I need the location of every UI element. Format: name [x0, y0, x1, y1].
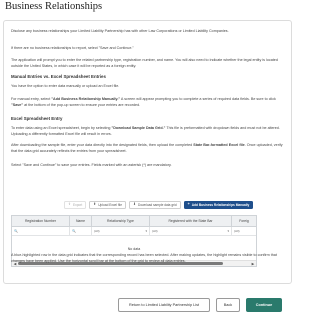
column-header-registration-number[interactable]: Registration Number — [12, 216, 70, 226]
manual-paragraph-2: For manual entry, select "Add Business R… — [11, 97, 276, 107]
back-button[interactable]: Back — [216, 298, 240, 312]
manual-entries-heading: Manual Entries vs. Excel Spreadsheet Ent… — [11, 74, 106, 79]
column-header-registered-state-bar[interactable]: Registered with the State Bar — [150, 216, 232, 226]
return-to-list-button[interactable]: Return to Limited Liability Partnership … — [118, 298, 210, 312]
intro-paragraph-2: If there are no business relationships t… — [11, 46, 134, 50]
intro-paragraph-3: The application will prompt you to enter… — [11, 58, 278, 68]
excel-entry-heading: Excel Spreadsheet Entry — [11, 116, 63, 121]
plus-icon: + — [187, 202, 190, 207]
no-data-message: No data — [127, 247, 141, 251]
filter-registration-number[interactable]: 🔍 — [12, 227, 70, 235]
search-icon: 🔍 — [72, 229, 76, 233]
excel-paragraph-2: After downloading the sample file, enter… — [11, 143, 283, 153]
excel-paragraph-3: Select "Save and Continue" to save your … — [11, 163, 172, 167]
filter-relationship-type[interactable]: (All) ▾ — [92, 227, 150, 235]
grid-note-paragraph: A blue-highlighted row in the data grid … — [11, 253, 277, 263]
content-card: Disclose any business relationships your… — [3, 20, 292, 284]
upload-icon: ⬆ — [93, 202, 97, 207]
footer-actions: Return to Limited Liability Partnership … — [118, 298, 282, 312]
chevron-down-icon: ▾ — [145, 229, 147, 233]
column-header-name[interactable]: Name — [70, 216, 92, 226]
export-button[interactable]: ⇪ Export — [64, 201, 87, 209]
manual-paragraph-1: You have the option to enter data manual… — [11, 84, 120, 88]
grid-filter-row: 🔍 🔍 (All) ▾ (All) ▾ (All) — [12, 227, 256, 236]
export-icon: ⇪ — [68, 202, 72, 207]
page-title: Business Relationships — [5, 1, 103, 12]
column-header-foreign[interactable]: Foreig — [232, 216, 256, 226]
upload-excel-button[interactable]: ⬆ Upload Excel file — [89, 201, 126, 209]
filter-registered-state-bar[interactable]: (All) ▾ — [150, 227, 232, 235]
filter-foreign[interactable]: (All) — [232, 227, 256, 235]
filter-name[interactable]: 🔍 — [70, 227, 92, 235]
column-header-relationship-type[interactable]: Relationship Type — [92, 216, 150, 226]
download-sample-button[interactable]: ⬇ Download sample data grid — [129, 201, 181, 209]
search-icon: 🔍 — [14, 229, 18, 233]
download-icon: ⬇ — [133, 202, 137, 207]
chevron-down-icon: ▾ — [227, 229, 229, 233]
grid-toolbar: ⇪ Export ⬆ Upload Excel file ⬇ Download … — [64, 201, 254, 209]
grid-header-row: Registration Number Name Relationship Ty… — [12, 216, 256, 227]
excel-paragraph-1: To enter data using an Excel spreadsheet… — [11, 126, 280, 136]
add-relationship-button[interactable]: + Add Business Relationships Manually — [183, 201, 254, 209]
intro-paragraph-1: Disclose any business relationships your… — [11, 29, 229, 33]
continue-button[interactable]: Continue — [246, 298, 282, 312]
